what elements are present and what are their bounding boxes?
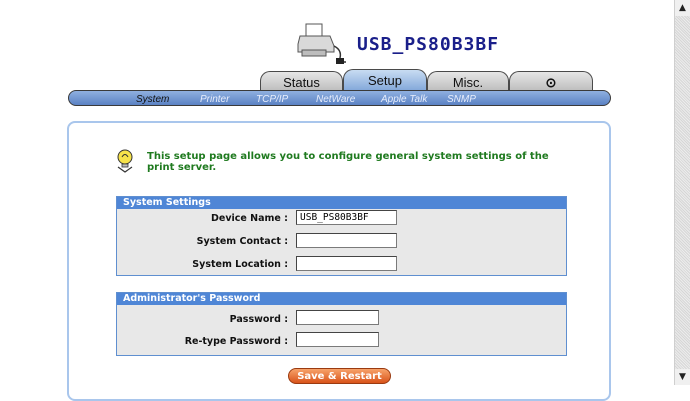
subnav-tcpip[interactable]: TCP/IP [256,94,288,105]
system-settings-title: System Settings [117,197,566,209]
vertical-scrollbar[interactable]: ▲ ▼ [674,0,690,385]
subnav-netware[interactable]: NetWare [316,94,355,105]
tab-about[interactable]: ⊙ [509,71,593,91]
tab-status[interactable]: Status [260,71,343,91]
admin-password-title: Administrator's Password [117,293,566,305]
device-name-label: Device Name : [211,213,288,224]
system-location-input[interactable] [296,256,397,271]
system-location-label: System Location : [192,259,288,270]
subnav-printer[interactable]: Printer [200,94,229,105]
password-input[interactable] [296,310,379,325]
subnav-appletalk[interactable]: Apple Talk [381,94,427,105]
system-contact-label: System Contact : [196,236,288,247]
info-text: This setup page allows you to configure … [147,151,549,173]
system-contact-input[interactable] [296,233,397,248]
scroll-up-arrow-icon[interactable]: ▲ [675,0,690,16]
save-restart-button[interactable]: Save & Restart [288,368,391,384]
subnav-system[interactable]: System [136,94,169,105]
device-title: USB_PS80B3BF [357,34,500,55]
page: USB_PS80B3BF Status Setup Misc. ⊙ System… [0,0,674,401]
password-label: Password : [229,314,288,325]
subnav-snmp[interactable]: SNMP [447,94,476,105]
tab-setup[interactable]: Setup [343,69,427,92]
scroll-down-arrow-icon[interactable]: ▼ [675,369,690,385]
lightbulb-icon [117,149,133,173]
device-name-input[interactable]: USB_PS80B3BF [296,210,397,225]
printer-icon [297,23,346,64]
retype-password-label: Re-type Password : [184,336,288,347]
tab-misc[interactable]: Misc. [427,71,509,91]
retype-password-input[interactable] [296,332,379,347]
